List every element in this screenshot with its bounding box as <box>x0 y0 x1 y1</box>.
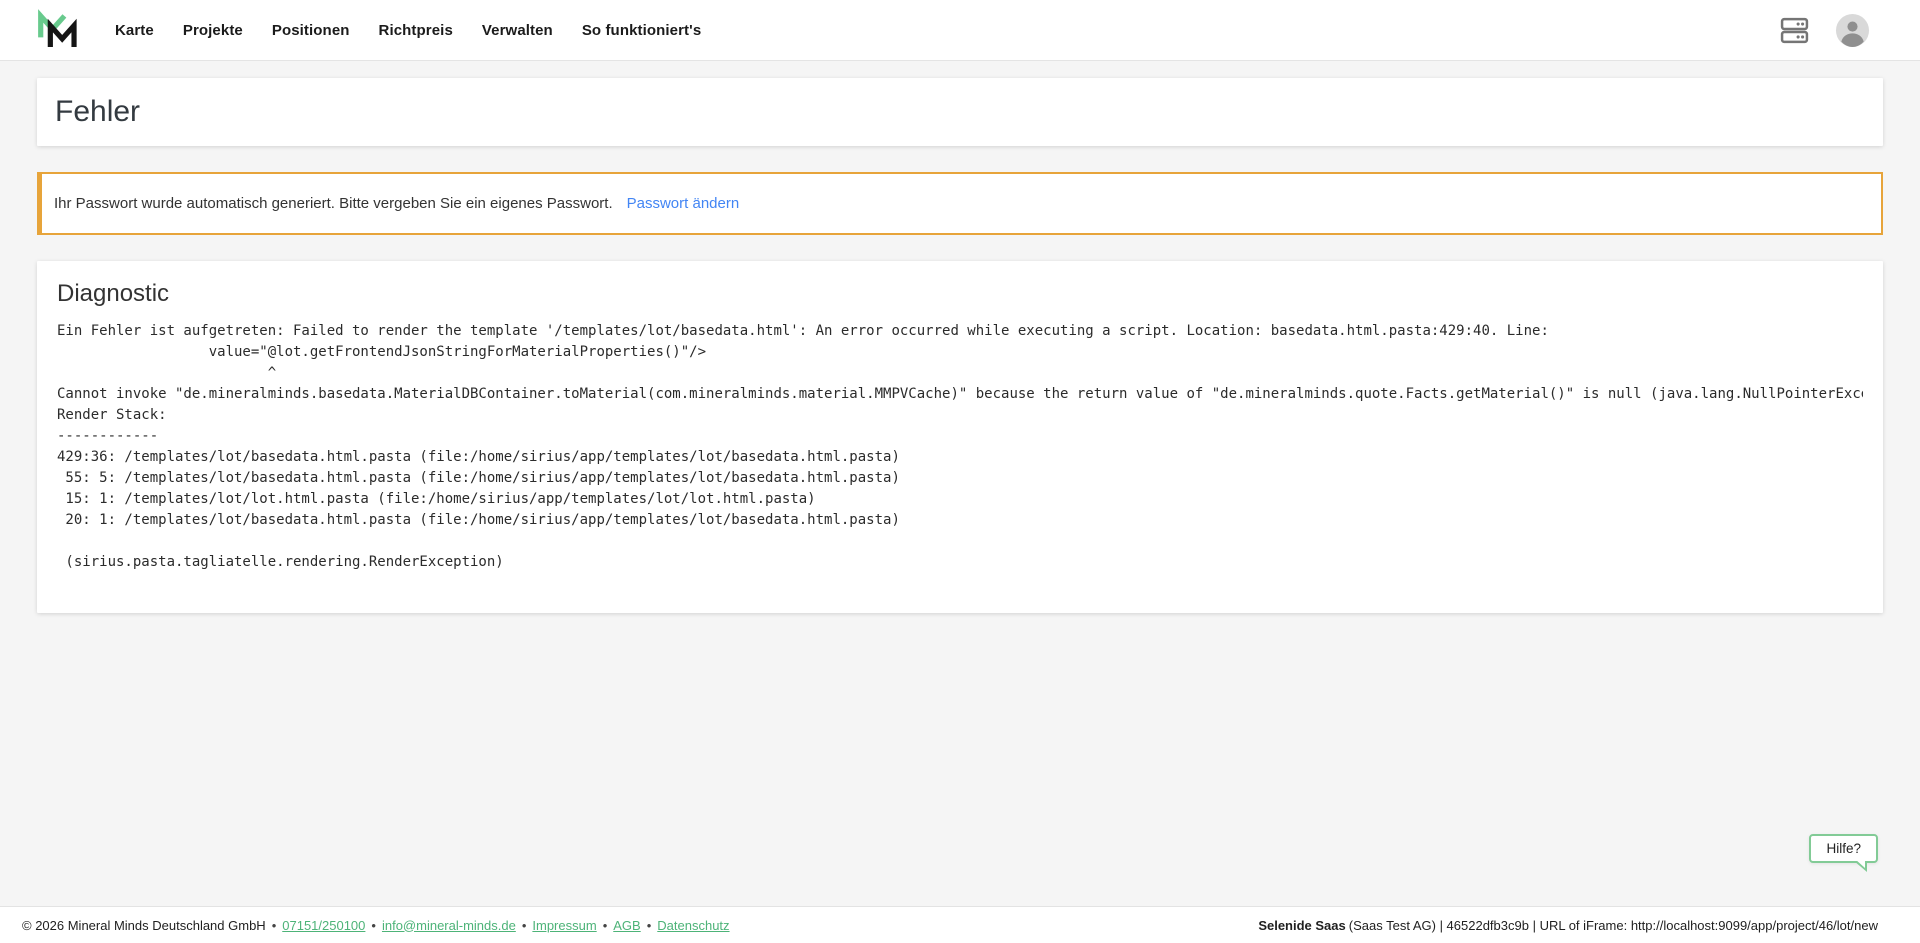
page-title: Fehler <box>55 94 1865 130</box>
page-title-card: Fehler <box>37 78 1883 146</box>
change-password-link[interactable]: Passwort ändern <box>627 195 740 212</box>
tenant-name: Selenide Saas <box>1258 918 1345 933</box>
nav-item-positionen[interactable]: Positionen <box>272 22 350 39</box>
main-nav: Karte Projekte Positionen Richtpreis Ver… <box>115 22 701 39</box>
footer-right: Selenide Saas (Saas Test AG) | 46522dfb3… <box>1258 918 1878 933</box>
footer-phone-link[interactable]: 07151/250100 <box>282 918 365 933</box>
footer: © 2026 Mineral Minds Deutschland GmbH • … <box>0 906 1920 943</box>
nav-item-richtpreis[interactable]: Richtpreis <box>379 22 453 39</box>
mineral-minds-logo-icon <box>37 9 77 51</box>
diagnostic-title: Diagnostic <box>57 279 1863 309</box>
footer-separator: • <box>647 918 652 933</box>
main-content: Fehler Ihr Passwort wurde automatisch ge… <box>0 61 1920 613</box>
diagnostic-card: Diagnostic Ein Fehler ist aufgetreten: F… <box>37 261 1883 613</box>
footer-email-link[interactable]: info@mineral-minds.de <box>382 918 516 933</box>
dns-servers-icon[interactable] <box>1780 16 1809 45</box>
alert-message: Ihr Passwort wurde automatisch generiert… <box>54 195 613 212</box>
footer-separator: • <box>371 918 376 933</box>
footer-separator: • <box>522 918 527 933</box>
nav-item-projekte[interactable]: Projekte <box>183 22 243 39</box>
brand-logo[interactable] <box>37 9 77 51</box>
help-bubble[interactable]: Hilfe? <box>1809 834 1878 863</box>
top-nav-bar: Karte Projekte Positionen Richtpreis Ver… <box>0 0 1920 61</box>
nav-item-verwalten[interactable]: Verwalten <box>482 22 553 39</box>
nav-item-so-funktionierts[interactable]: So funktioniert's <box>582 22 701 39</box>
footer-left: © 2026 Mineral Minds Deutschland GmbH • … <box>22 918 730 933</box>
diagnostic-output: Ein Fehler ist aufgetreten: Failed to re… <box>57 321 1863 573</box>
footer-impressum-link[interactable]: Impressum <box>532 918 596 933</box>
copyright-text: © 2026 Mineral Minds Deutschland GmbH <box>22 918 266 933</box>
user-avatar-icon[interactable] <box>1835 13 1870 48</box>
nav-item-karte[interactable]: Karte <box>115 22 154 39</box>
header-icons <box>1780 13 1870 48</box>
footer-agb-link[interactable]: AGB <box>613 918 640 933</box>
footer-separator: • <box>272 918 277 933</box>
help-bubble-label: Hilfe? <box>1826 841 1861 856</box>
footer-separator: • <box>603 918 608 933</box>
tenant-info: (Saas Test AG) | 46522dfb3c9b | URL of i… <box>1349 918 1878 933</box>
password-alert: Ihr Passwort wurde automatisch generiert… <box>37 172 1883 235</box>
footer-datenschutz-link[interactable]: Datenschutz <box>657 918 729 933</box>
